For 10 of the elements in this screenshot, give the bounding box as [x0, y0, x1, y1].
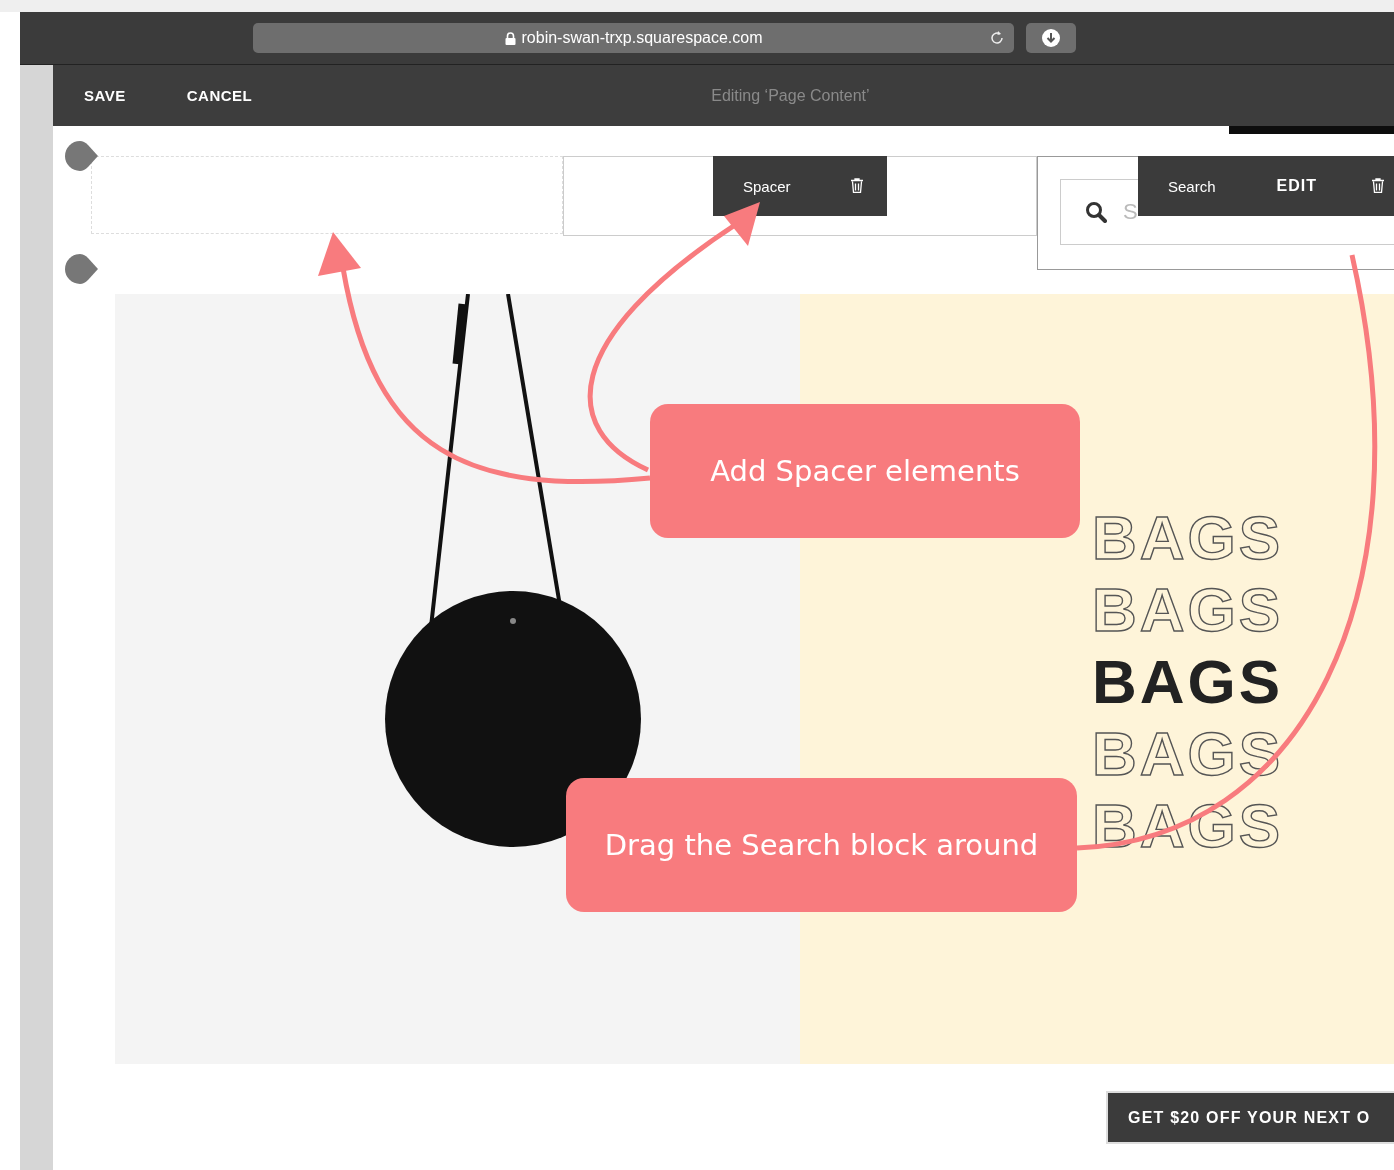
toolbar-label: Spacer: [743, 177, 791, 195]
headline-word: BAGS: [1092, 574, 1284, 646]
headline-word: BAGS: [1092, 502, 1284, 574]
url-text: robin-swan-trxp.squarespace.com: [521, 29, 763, 47]
toolbar-label: Search: [1168, 177, 1216, 195]
callout: Add Spacer elements: [650, 404, 1080, 538]
callout: Drag the Search block around: [566, 778, 1077, 912]
headline-word: BAGS: [1092, 646, 1284, 718]
editor-title: Editing ‘Page Content’: [711, 86, 870, 105]
headline-word: BAGS: [1092, 718, 1284, 790]
